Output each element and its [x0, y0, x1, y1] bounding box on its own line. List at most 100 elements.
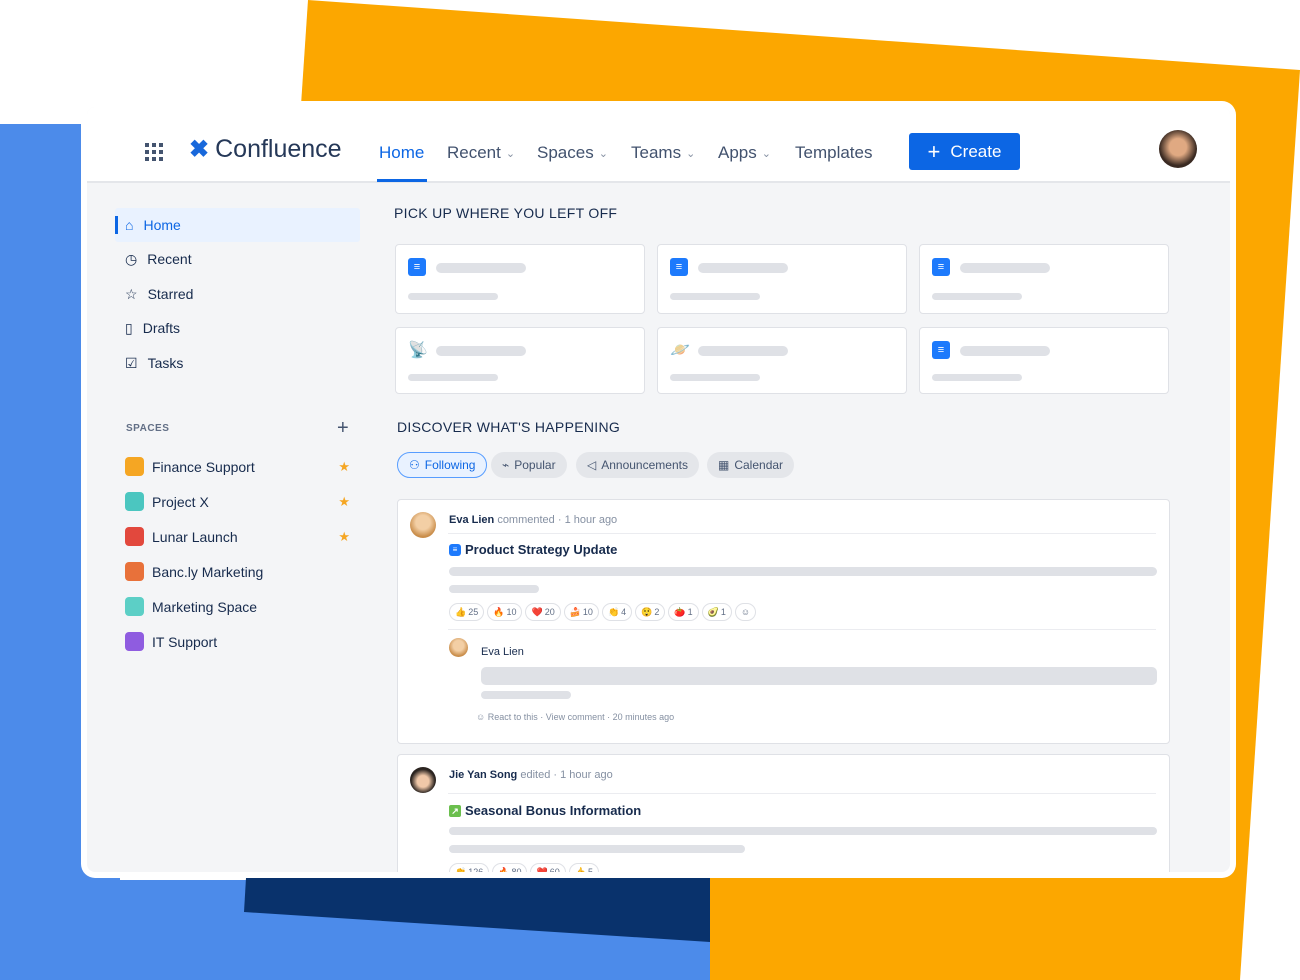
space-icon — [125, 632, 144, 651]
starred-icon[interactable]: ★ — [338, 459, 350, 475]
sidebar-item-starred[interactable]: ☆ Starred — [115, 277, 360, 311]
author-avatar — [410, 767, 436, 793]
react-link[interactable]: React to this — [488, 712, 538, 722]
home-icon: ⌂ — [125, 217, 134, 233]
megaphone-icon: ◁ — [587, 458, 597, 472]
app-name: Confluence — [215, 135, 342, 163]
filter-announcements[interactable]: ◁ Announcements — [576, 452, 699, 478]
nav-recent[interactable]: Recent ⌄ — [447, 143, 515, 163]
reaction-tomato[interactable]: 🍅 1 — [668, 603, 699, 621]
reaction-fire[interactable]: 🔥 10 — [487, 603, 523, 621]
space-icon — [125, 527, 144, 546]
space-project-x[interactable]: Project X ★ — [125, 492, 350, 511]
page-icon: ≡ — [670, 258, 688, 276]
page-icon: ≡ — [932, 258, 950, 276]
planet-icon: 🪐 — [670, 342, 690, 359]
create-button[interactable]: + Create — [909, 133, 1020, 170]
reaction-thumbs-up[interactable]: 👍 5 — [568, 863, 599, 872]
clock-icon: ◷ — [125, 250, 138, 267]
space-it-support[interactable]: IT Support — [125, 632, 350, 651]
space-icon — [125, 562, 144, 581]
app-switcher-icon[interactable] — [145, 143, 163, 161]
reaction-surprised[interactable]: 😲 2 — [635, 603, 666, 621]
activity-meta: Eva Lien commented · 1 hour ago — [449, 514, 618, 526]
spaces-heading: SPACES — [126, 423, 170, 434]
reactions: 👍 25 🔥 10 ❤️ 20 🍰 10 👏 4 😲 2 🍅 1 🥑 1 ☺ — [449, 603, 757, 621]
reaction-fire[interactable]: 🔥 80 — [492, 863, 528, 872]
reaction-heart[interactable]: ❤️ 20 — [525, 603, 561, 621]
page-icon: ▯ — [125, 319, 133, 336]
pickup-heading: PICK UP WHERE YOU LEFT OFF — [394, 205, 618, 221]
view-comment-link[interactable]: View comment — [546, 712, 605, 722]
reaction-thumbs-up[interactable]: 👍 25 — [449, 603, 485, 621]
filter-calendar[interactable]: ▦ Calendar — [707, 452, 795, 478]
chevron-down-icon: ⌄ — [761, 147, 771, 160]
nav-home[interactable]: Home — [379, 143, 424, 163]
confluence-logo-icon: ✖ — [189, 136, 210, 163]
author-avatar — [410, 512, 436, 538]
star-icon: ☆ — [125, 285, 138, 302]
discover-heading: DISCOVER WHAT'S HAPPENING — [397, 419, 621, 435]
feed-item[interactable]: Eva Lien commented · 1 hour ago ≡ Product… — [397, 499, 1170, 744]
page-icon: ≡ — [932, 341, 950, 359]
page-title-link[interactable]: ↗ Seasonal Bonus Information — [449, 803, 641, 818]
comment-actions: ☺ React to this · View comment · 20 minu… — [476, 712, 675, 722]
reaction-avocado[interactable]: 🥑 1 — [701, 603, 732, 621]
add-reaction-icon[interactable]: ☺ — [734, 603, 757, 621]
commenter-avatar — [449, 638, 468, 657]
sidebar-item-recent[interactable]: ◷ Recent — [115, 242, 360, 276]
page-icon: ≡ — [449, 543, 461, 556]
top-nav: ✖ Confluence Home Recent ⌄ Spaces ⌄ Teams ⌄… — [87, 107, 1230, 183]
smiley-icon: ☺ — [476, 712, 486, 722]
active-tab-indicator — [377, 179, 427, 182]
sidebar-item-tasks[interactable]: ☑ Tasks — [115, 346, 360, 380]
space-marketing-space[interactable]: Marketing Space — [125, 597, 350, 616]
activity-meta: Jie Yan Song edited · 1 hour ago — [449, 769, 613, 781]
app-window: ✖ Confluence Home Recent ⌄ Spaces ⌄ Teams ⌄… — [81, 101, 1236, 878]
comment-author: Eva Lien — [481, 646, 524, 658]
people-icon: ⚇ — [409, 458, 420, 472]
nav-templates[interactable]: Templates — [795, 143, 872, 163]
recent-page-card[interactable]: 🪐 — [657, 327, 907, 394]
space-icon — [125, 492, 144, 511]
selected-indicator — [115, 216, 118, 234]
chevron-down-icon: ⌄ — [686, 147, 696, 160]
space-finance-support[interactable]: Finance Support ★ — [125, 457, 350, 476]
page-title-link[interactable]: ≡ Product Strategy Update — [449, 542, 617, 557]
checkbox-icon: ☑ — [125, 354, 138, 371]
reaction-clap[interactable]: 👏 126 — [449, 863, 490, 872]
page-icon: ≡ — [408, 258, 426, 276]
reactions: 👏 126 🔥 80 ❤️ 60 👍 5 — [449, 863, 599, 872]
starred-icon[interactable]: ★ — [338, 494, 350, 510]
starred-icon[interactable]: ★ — [338, 529, 350, 545]
space-icon — [125, 597, 144, 616]
reaction-clap[interactable]: 👏 4 — [601, 603, 633, 621]
reaction-heart[interactable]: ❤️ 60 — [530, 863, 566, 872]
satellite-icon: 📡 — [408, 342, 428, 359]
add-space-plus-icon[interactable]: + — [337, 417, 349, 440]
sidebar-item-drafts[interactable]: ▯ Drafts — [115, 311, 360, 345]
chevron-down-icon: ⌄ — [598, 147, 608, 160]
nav-teams[interactable]: Teams ⌄ — [631, 143, 695, 163]
space-bancly-marketing[interactable]: Banc.ly Marketing — [125, 562, 350, 581]
recent-page-card[interactable]: ≡ — [919, 244, 1169, 314]
chart-up-icon: ↗ — [449, 804, 461, 817]
space-lunar-launch[interactable]: Lunar Launch ★ — [125, 527, 350, 546]
recent-page-card[interactable]: 📡 — [395, 327, 645, 394]
plus-icon: + — [927, 138, 941, 164]
calendar-icon: ▦ — [718, 458, 730, 472]
nav-apps[interactable]: Apps ⌄ — [718, 143, 771, 163]
chart-icon: ⌁ — [502, 458, 510, 472]
nav-spaces[interactable]: Spaces ⌄ — [537, 143, 608, 163]
reaction-cake[interactable]: 🍰 10 — [563, 603, 599, 621]
recent-page-card[interactable]: ≡ — [395, 244, 645, 314]
sidebar-item-home[interactable]: ⌂ Home — [115, 208, 360, 242]
chevron-down-icon: ⌄ — [505, 147, 516, 160]
filter-following[interactable]: ⚇ Following — [397, 452, 488, 478]
recent-page-card[interactable]: ≡ — [657, 244, 907, 314]
confluence-logo[interactable]: ✖ Confluence — [189, 135, 342, 164]
recent-page-card[interactable]: ≡ — [919, 327, 1169, 394]
feed-item[interactable]: Jie Yan Song edited · 1 hour ago ↗ Season… — [397, 754, 1170, 872]
filter-popular[interactable]: ⌁ Popular — [491, 452, 567, 478]
user-avatar[interactable] — [1159, 130, 1197, 168]
